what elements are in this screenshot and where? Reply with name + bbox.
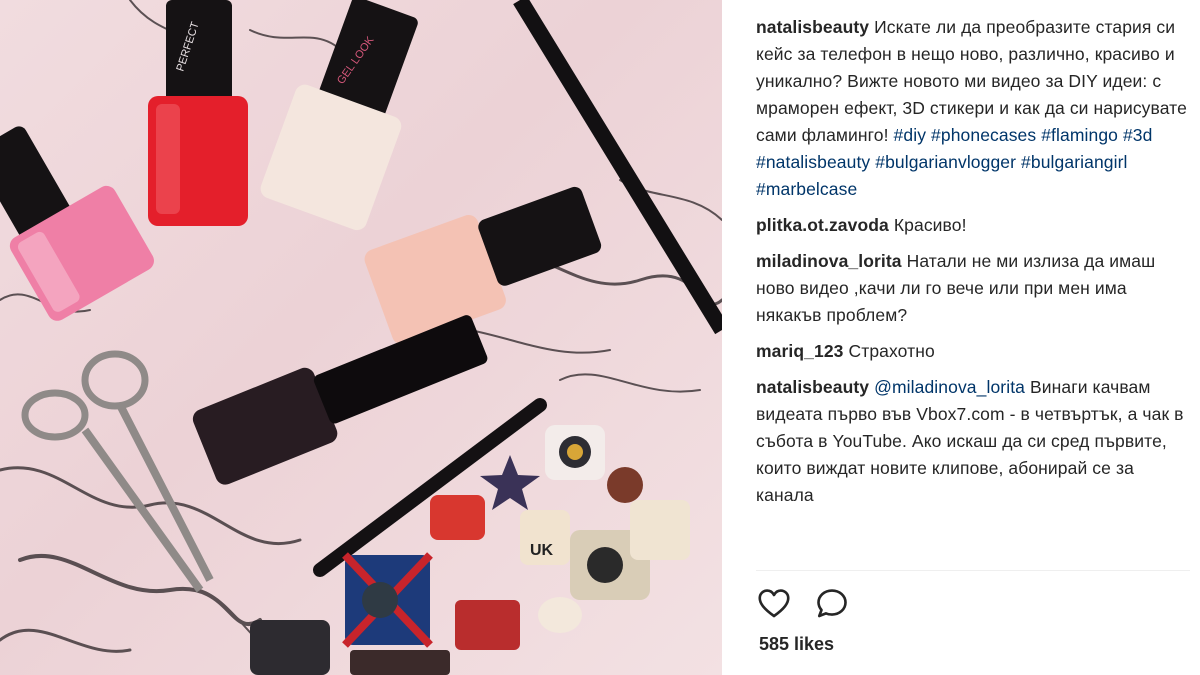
flatlay-illustration: PERFECT GEL LOOK UK	[0, 0, 722, 675]
caption: natalisbeauty Искате ли да преобразите с…	[756, 14, 1196, 203]
divider	[756, 570, 1190, 571]
comment-text: Страхотно	[848, 341, 935, 361]
hashtag-link[interactable]: #bulgariangirl	[1021, 152, 1127, 172]
comment-item: miladinova_lorita Натали не ми излиза да…	[756, 248, 1196, 329]
comment-item: natalisbeauty @miladinova_lorita Винаги …	[756, 374, 1196, 509]
comment-item: plitka.ot.zavoda Красиво!	[756, 212, 1196, 239]
comment-username[interactable]: miladinova_lorita	[756, 251, 902, 271]
comment-item: mariq_123 Страхотно	[756, 338, 1196, 365]
sticker-label-uk: UK	[530, 542, 554, 559]
likes-count[interactable]: 585 likes	[759, 634, 834, 655]
hashtag-link[interactable]: #natalisbeauty	[756, 152, 870, 172]
caption-username[interactable]: natalisbeauty	[756, 17, 869, 37]
hashtag-link[interactable]: #flamingo	[1041, 125, 1118, 145]
hashtag-link[interactable]: #marbelcase	[756, 179, 857, 199]
hashtag-link[interactable]: #phonecases	[931, 125, 1036, 145]
hashtag-link[interactable]: #3d	[1123, 125, 1153, 145]
comment-icon[interactable]	[814, 586, 850, 622]
comment-mention[interactable]: @miladinova_lorita	[874, 377, 1025, 397]
comment-text: Красиво!	[893, 215, 967, 235]
heart-icon[interactable]	[756, 586, 792, 622]
comment-username[interactable]: natalisbeauty	[756, 377, 869, 397]
comment-username[interactable]: plitka.ot.zavoda	[756, 215, 889, 235]
comment-username[interactable]: mariq_123	[756, 341, 844, 361]
post-photo[interactable]: PERFECT GEL LOOK UK	[0, 0, 722, 675]
action-bar	[756, 582, 850, 626]
hashtag-link[interactable]: #bulgarianvlogger	[875, 152, 1016, 172]
comments-list[interactable]: natalisbeauty Искате ли да преобразите с…	[756, 0, 1196, 570]
comments-panel: natalisbeauty Искате ли да преобразите с…	[722, 0, 1200, 675]
hashtag-link[interactable]: #diy	[894, 125, 927, 145]
